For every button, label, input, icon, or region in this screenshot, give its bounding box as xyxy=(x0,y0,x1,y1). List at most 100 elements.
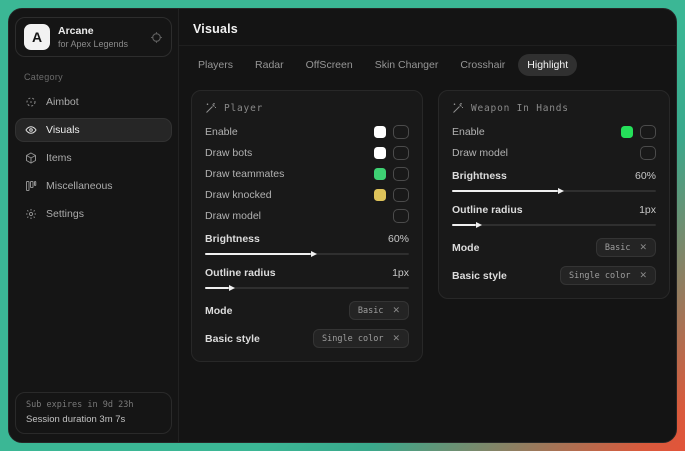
setting-row-basic-style: Basic style Single color ✕ xyxy=(452,266,656,285)
slider-fill xyxy=(205,253,311,255)
slider-value: 60% xyxy=(635,170,656,182)
setting-label: Enable xyxy=(452,126,485,138)
checkbox[interactable] xyxy=(640,146,656,160)
main-content: Visuals Players Radar OffScreen Skin Cha… xyxy=(179,9,677,442)
checkbox[interactable] xyxy=(393,167,409,181)
app-name: Arcane xyxy=(58,25,142,37)
sidebar-item-label: Settings xyxy=(46,208,84,220)
category-label: Category xyxy=(24,72,172,82)
panels-area: Player Enable Draw bots xyxy=(179,80,677,372)
outline-radius-slider[interactable] xyxy=(205,287,409,289)
setting-row-enable: Enable xyxy=(205,125,409,139)
setting-label: Mode xyxy=(452,242,479,254)
tab-radar[interactable]: Radar xyxy=(246,54,293,76)
main-header: Visuals xyxy=(179,9,677,46)
sidebar-item-items[interactable]: Items xyxy=(15,146,172,170)
setting-row-enable: Enable xyxy=(452,125,656,139)
slider-value: 60% xyxy=(388,233,409,245)
sidebar-item-label: Visuals xyxy=(46,124,80,136)
panel-header: Player xyxy=(205,102,409,114)
tag-label: Basic xyxy=(358,306,384,316)
gear-icon xyxy=(25,208,37,220)
setting-label: Outline radius xyxy=(452,204,523,216)
slider-fill xyxy=(452,190,558,192)
panel-title-text: Player xyxy=(224,103,263,114)
setting-label: Draw bots xyxy=(205,147,252,159)
sidebar-item-label: Items xyxy=(46,152,72,164)
color-swatch[interactable] xyxy=(374,189,386,201)
tag-label: Single color xyxy=(569,271,630,281)
app-subtitle: for Apex Legends xyxy=(58,39,142,49)
setting-label: Basic style xyxy=(452,270,507,282)
page-title: Visuals xyxy=(193,22,668,36)
setting-label: Basic style xyxy=(205,333,260,345)
remove-tag-icon[interactable]: ✕ xyxy=(392,305,400,316)
sidebar-item-miscellaneous[interactable]: Miscellaneous xyxy=(15,174,172,198)
mode-tag[interactable]: Basic ✕ xyxy=(596,238,656,257)
setting-row-mode: Mode Basic ✕ xyxy=(452,238,656,257)
wand-icon xyxy=(205,102,217,114)
tag-label: Basic xyxy=(605,243,631,253)
checkbox[interactable] xyxy=(393,146,409,160)
panel-header: Weapon In Hands xyxy=(452,102,656,114)
tab-highlight[interactable]: Highlight xyxy=(518,54,577,76)
app-titles: Arcane for Apex Legends xyxy=(58,25,142,49)
panel-title-text: Weapon In Hands xyxy=(471,103,569,114)
sidebar-item-aimbot[interactable]: Aimbot xyxy=(15,90,172,114)
sidebar-item-settings[interactable]: Settings xyxy=(15,202,172,226)
outline-radius-slider[interactable] xyxy=(452,224,656,226)
setting-row-draw-model: Draw model xyxy=(205,209,409,223)
target-icon xyxy=(25,96,37,108)
app-logo: A xyxy=(24,24,50,50)
mode-tag[interactable]: Basic ✕ xyxy=(349,301,409,320)
setting-row-draw-model: Draw model xyxy=(452,146,656,160)
color-swatch[interactable] xyxy=(374,126,386,138)
basic-style-tag[interactable]: Single color ✕ xyxy=(313,329,409,348)
remove-tag-icon[interactable]: ✕ xyxy=(639,242,647,253)
setting-row-brightness: Brightness 60% xyxy=(452,170,656,192)
setting-label: Mode xyxy=(205,305,232,317)
setting-row-brightness: Brightness 60% xyxy=(205,233,409,255)
sidebar-item-visuals[interactable]: Visuals xyxy=(15,118,172,142)
basic-style-tag[interactable]: Single color ✕ xyxy=(560,266,656,285)
setting-row-draw-bots: Draw bots xyxy=(205,146,409,160)
setting-label: Draw model xyxy=(452,147,508,159)
slider-fill xyxy=(452,224,476,226)
tab-players[interactable]: Players xyxy=(189,54,242,76)
columns-icon xyxy=(25,180,37,192)
brightness-slider[interactable] xyxy=(452,190,656,192)
panel-weapon-in-hands: Weapon In Hands Enable Draw model xyxy=(438,90,670,299)
slider-value: 1px xyxy=(392,267,409,279)
subscription-info-card: Sub expires in 9d 23h Session duration 3… xyxy=(15,392,172,434)
tab-skin-changer[interactable]: Skin Changer xyxy=(366,54,448,76)
tab-bar: Players Radar OffScreen Skin Changer Cro… xyxy=(179,46,677,80)
brightness-slider[interactable] xyxy=(205,253,409,255)
setting-row-draw-knocked: Draw knocked xyxy=(205,188,409,202)
cube-icon xyxy=(25,152,37,164)
slider-fill xyxy=(205,287,229,289)
tab-offscreen[interactable]: OffScreen xyxy=(297,54,362,76)
setting-label: Brightness xyxy=(205,233,260,245)
crosshair-icon[interactable] xyxy=(150,31,163,44)
remove-tag-icon[interactable]: ✕ xyxy=(392,333,400,344)
eye-icon xyxy=(25,124,37,136)
setting-row-mode: Mode Basic ✕ xyxy=(205,301,409,320)
checkbox[interactable] xyxy=(393,125,409,139)
checkbox[interactable] xyxy=(393,209,409,223)
sidebar-item-label: Aimbot xyxy=(46,96,79,108)
color-swatch[interactable] xyxy=(374,168,386,180)
session-duration-text: Session duration 3m 7s xyxy=(26,414,161,425)
tab-crosshair[interactable]: Crosshair xyxy=(451,54,514,76)
color-swatch[interactable] xyxy=(374,147,386,159)
color-swatch[interactable] xyxy=(621,126,633,138)
checkbox[interactable] xyxy=(640,125,656,139)
checkbox[interactable] xyxy=(393,188,409,202)
slider-value: 1px xyxy=(639,204,656,216)
app-header-card: A Arcane for Apex Legends xyxy=(15,17,172,57)
setting-label: Outline radius xyxy=(205,267,276,279)
setting-row-basic-style: Basic style Single color ✕ xyxy=(205,329,409,348)
remove-tag-icon[interactable]: ✕ xyxy=(639,270,647,281)
setting-row-outline-radius: Outline radius 1px xyxy=(205,267,409,289)
setting-row-draw-teammates: Draw teammates xyxy=(205,167,409,181)
tag-label: Single color xyxy=(322,334,383,344)
